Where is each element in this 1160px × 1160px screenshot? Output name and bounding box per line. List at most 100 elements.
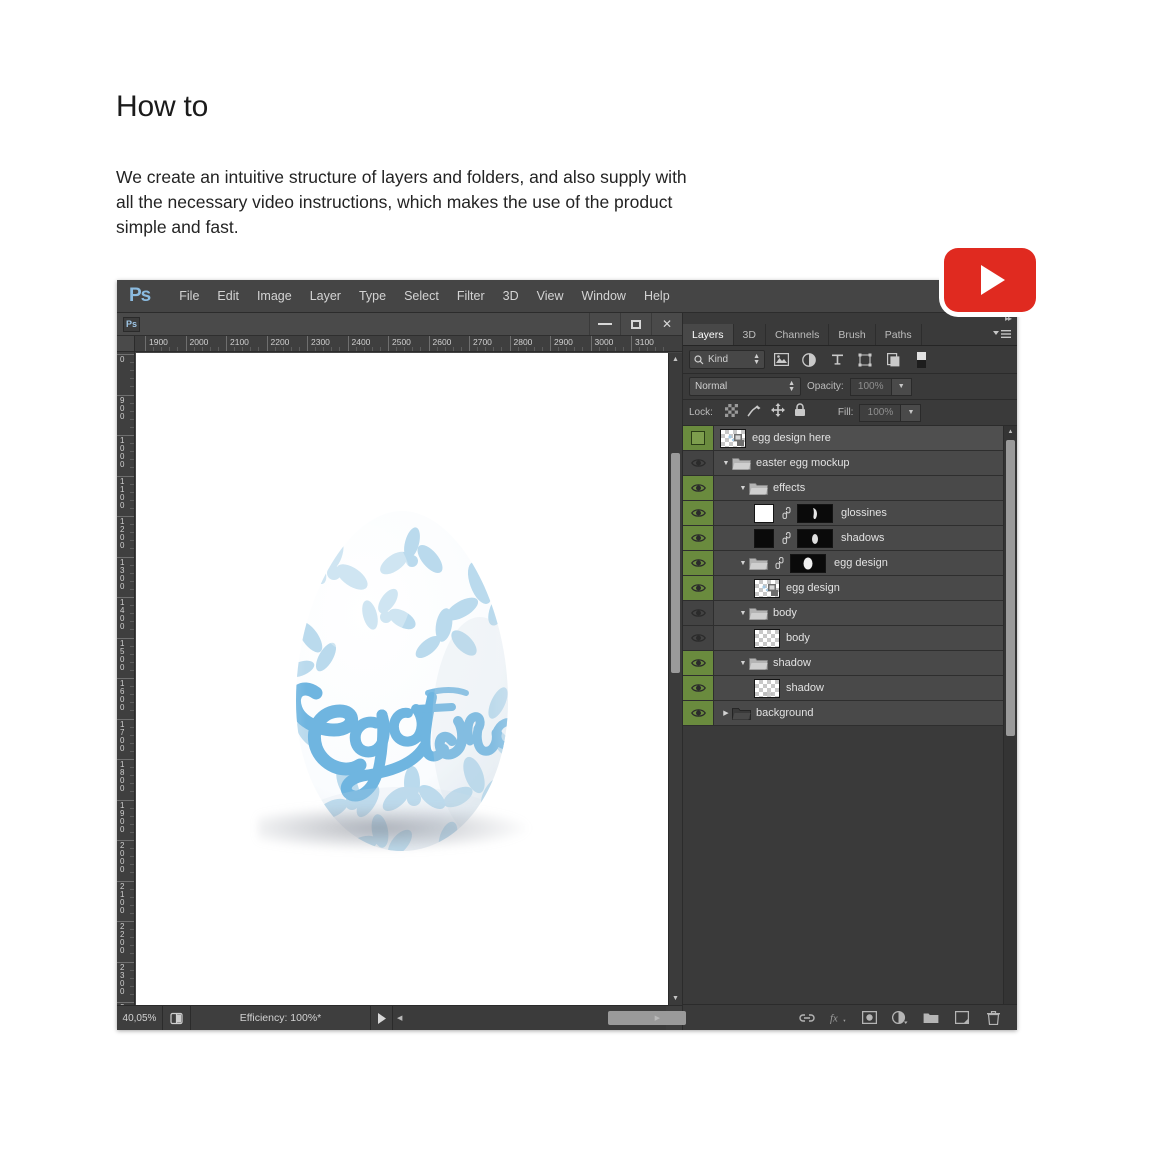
chevron-right-icon[interactable]: ▶ [720,709,732,717]
menu-item-edit[interactable]: Edit [208,285,248,307]
new-layer-icon[interactable] [954,1010,970,1026]
layer-visibility-toggle[interactable] [683,451,714,475]
layer-row[interactable]: ▼ egg design [683,551,1003,576]
lock-image-icon[interactable] [747,404,762,422]
new-group-icon[interactable] [923,1010,939,1026]
layer-row[interactable]: egg design here [683,426,1003,451]
horizontal-ruler[interactable]: 1800190020002100220023002400250026002700… [135,336,682,352]
layer-row[interactable]: glossines [683,501,1003,526]
link-icon[interactable] [780,532,792,544]
horizontal-scrollbar[interactable]: ◀ ▶ [393,1006,686,1030]
link-icon[interactable] [780,507,792,519]
tab-3d[interactable]: 3D [733,324,766,345]
chevron-down-icon[interactable]: ▼ [737,485,749,492]
menu-item-window[interactable]: Window [572,285,634,307]
scroll-up-arrow[interactable]: ▲ [669,353,682,366]
opacity-value[interactable]: 100% [849,377,892,396]
tab-brush[interactable]: Brush [829,324,876,345]
fill-dropdown-arrow[interactable]: ▼ [901,403,922,422]
layer-row[interactable]: ▼ effects [683,476,1003,501]
layer-row[interactable]: ▼ shadow [683,651,1003,676]
tab-paths[interactable]: Paths [875,324,922,345]
layer-thumbnail[interactable] [754,578,780,598]
chevron-down-icon[interactable]: ▼ [737,560,749,567]
vertical-ruler[interactable]: 0 900 1000 1100 1200 1300 1400 1500 1600 1700 1800… [117,352,135,1005]
link-icon[interactable] [773,557,785,569]
layer-thumbnail[interactable] [754,628,780,648]
canvas-vertical-scrollbar[interactable]: ▲ ▼ [668,353,682,1005]
canvas-area[interactable] [136,353,668,1005]
layer-visibility-toggle[interactable] [683,601,714,625]
fill-control[interactable]: 100% ▼ [859,403,922,422]
hscroll-thumb[interactable] [608,1011,686,1025]
blend-mode-select[interactable]: Normal ▲ ▼ [689,377,801,396]
lock-all-icon[interactable] [794,403,806,422]
add-mask-icon[interactable] [861,1010,877,1026]
menu-item-3d[interactable]: 3D [494,285,528,307]
youtube-play-badge[interactable] [944,248,1036,312]
layer-row[interactable]: egg design [683,576,1003,601]
layer-visibility-toggle[interactable] [683,676,714,700]
layer-visibility-toggle[interactable] [683,701,714,725]
layers-vertical-scrollbar[interactable]: ▲ [1003,426,1017,1004]
filter-kind-select[interactable]: Kind ▲ ▼ [689,350,765,369]
layer-visibility-toggle[interactable] [683,651,714,675]
layer-thumbnail[interactable] [720,428,746,448]
close-button[interactable]: ✕ [651,313,682,335]
layer-row[interactable]: body [683,626,1003,651]
menu-item-type[interactable]: Type [350,285,395,307]
layer-visibility-toggle-off[interactable] [683,426,714,450]
menu-item-select[interactable]: Select [395,285,448,307]
layers-list[interactable]: egg design here ▼ easter egg mockup ▼ effect… [683,426,1017,1004]
layer-mask-thumbnail[interactable] [797,503,833,523]
layer-visibility-toggle[interactable] [683,551,714,575]
menu-item-view[interactable]: View [528,285,573,307]
tab-channels[interactable]: Channels [765,324,830,345]
layer-row[interactable]: shadows [683,526,1003,551]
delete-layer-icon[interactable] [985,1010,1001,1026]
toggle-filter-icon[interactable] [909,349,933,371]
canvas-scroll-thumb[interactable] [671,453,680,673]
panel-menu-icon[interactable] [987,324,1017,345]
status-expand-arrow[interactable] [371,1006,393,1030]
lock-transparent-icon[interactable] [724,403,738,422]
layer-thumbnail[interactable] [754,528,774,548]
layer-row[interactable]: ▼ body [683,601,1003,626]
scroll-down-arrow[interactable]: ▼ [669,992,682,1005]
menu-item-file[interactable]: File [170,285,208,307]
opacity-control[interactable]: 100% ▼ [849,377,912,396]
chevron-down-icon[interactable]: ▼ [737,610,749,617]
fill-value[interactable]: 100% [859,403,902,422]
layers-scroll-up-arrow[interactable]: ▲ [1004,426,1017,438]
maximize-button[interactable] [620,313,651,335]
layer-row[interactable]: ▼ easter egg mockup [683,451,1003,476]
menu-item-help[interactable]: Help [635,285,679,307]
smartobject-filter-icon[interactable] [881,349,905,371]
lock-position-icon[interactable] [770,403,785,422]
layer-visibility-toggle[interactable] [683,526,714,550]
document-info-icon[interactable] [163,1006,191,1030]
type-filter-icon[interactable] [825,349,849,371]
tab-layers[interactable]: Layers [683,324,734,345]
link-layers-icon[interactable] [799,1010,815,1026]
layer-thumbnail[interactable] [754,503,774,523]
opacity-dropdown-arrow[interactable]: ▼ [891,377,912,396]
chevron-down-icon[interactable]: ▼ [720,460,732,467]
efficiency-readout[interactable]: Efficiency: 100%* [191,1006,371,1030]
hscroll-right-arrow[interactable]: ▶ [655,1014,660,1022]
adjustment-filter-icon[interactable] [797,349,821,371]
layer-visibility-toggle[interactable] [683,576,714,600]
blend-mode-spinner[interactable]: ▲ ▼ [788,380,795,393]
layer-visibility-toggle[interactable] [683,476,714,500]
chevron-down-icon[interactable]: ▼ [737,660,749,667]
zoom-level[interactable]: 40,05% [117,1006,163,1030]
layer-row[interactable]: shadow [683,676,1003,701]
menu-item-image[interactable]: Image [248,285,301,307]
layer-thumbnail[interactable] [754,678,780,698]
layer-row[interactable]: ▶ background [683,701,1003,726]
filter-kind-spinner[interactable]: ▲ ▼ [753,353,760,366]
layers-scroll-thumb[interactable] [1006,440,1015,736]
hscroll-left-arrow[interactable]: ◀ [397,1014,402,1022]
adjustment-layer-icon[interactable] [892,1010,908,1026]
panel-collapse-button[interactable]: ▸▸ [683,313,1017,324]
